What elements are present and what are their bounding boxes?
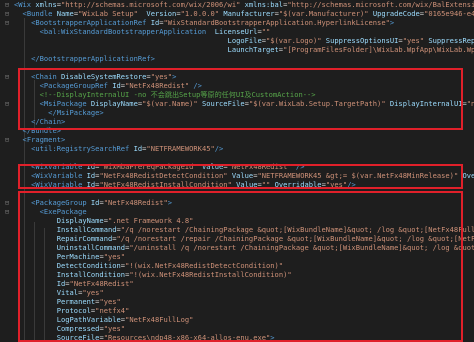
code-token-val: "$(var.Manufacturer)" <box>278 9 369 18</box>
code-token-tag: <Fragment> <box>22 135 66 144</box>
code-token-val: "$(var.Logo)" <box>266 36 322 45</box>
code-token-val: "no" <box>466 99 474 108</box>
fold-toggle-icon[interactable]: ⊟ <box>0 9 14 18</box>
code-token-tag: <util:RegistrySearchRef <box>31 144 134 153</box>
code-token-tag: <Bundle <box>22 9 57 18</box>
code-line[interactable]: ⊟ <Bundle Name="WixLab Setup" Version="1… <box>0 9 474 18</box>
code-token-val: "0165e946-e446-43e9-ab <box>424 9 474 18</box>
fold-toggle-icon[interactable]: ⊟ <box>0 135 14 144</box>
code-token-attr: Version <box>137 9 177 18</box>
code-token-attr: xmlns <box>35 0 57 9</box>
code-editor[interactable]: ⊟ <Wix xmlns="http://schemas.microsoft.co… <box>0 0 474 342</box>
code-line[interactable]: ⊟ <BootstrapperApplicationRef Id="WixSta… <box>0 18 474 27</box>
code-token-tag: <BootstrapperApplicationRef <box>31 18 151 27</box>
code-line[interactable]: LaunchTarget="[ProgramFilesFolder]\WixLa… <box>0 45 474 54</box>
highlight-box-netfx-variables <box>18 164 463 189</box>
code-token-tag: </BootstrapperApplicationRef> <box>31 54 155 63</box>
highlight-box-chain <box>18 68 463 130</box>
code-token-val: "WixLab Setup" <box>78 9 138 18</box>
code-line[interactable]: <util:RegistrySearchRef Id="NETFRAMEWORK… <box>0 144 474 153</box>
code-token-val: "" <box>261 27 271 36</box>
code-token-attr: Manufacturer <box>219 9 275 18</box>
code-token-val: "NETFRAMEWORK45" <box>146 144 215 153</box>
code-token-val: "[ProgramFilesFolder]\WixLab.WpfApp\WixL… <box>283 45 474 54</box>
code-line[interactable]: ⊟ <Fragment> <box>0 135 474 144</box>
code-line[interactable]: <bal:WixStandardBootstrapperApplication … <box>0 27 474 36</box>
code-token-attr: Id <box>150 18 160 27</box>
fold-toggle-icon[interactable]: ⊟ <box>0 18 14 27</box>
code-token-attr: LaunchTarget <box>227 45 279 54</box>
code-token-tag: <Wix <box>14 0 36 9</box>
fold-toggle-icon[interactable]: ⊟ <box>0 0 14 9</box>
highlight-box-package-group <box>18 191 463 342</box>
fold-toggle-icon[interactable]: ⊟ <box>0 99 14 108</box>
code-line[interactable]: ⊟ <Wix xmlns="http://schemas.microsoft.co… <box>0 0 474 9</box>
fold-toggle-icon[interactable]: ⊟ <box>0 72 14 81</box>
code-line[interactable] <box>0 153 474 162</box>
code-token-tag: /> <box>214 144 224 153</box>
code-token-val: "WixStandardBootstrapperApplication.Hype… <box>163 18 390 27</box>
code-token-attr: Name <box>56 9 74 18</box>
code-token-attr: LicenseUrl <box>210 27 258 36</box>
code-token-attr: UpgradeCode <box>368 9 420 18</box>
code-token-attr: SuppressRepair <box>428 36 474 45</box>
code-token-val: "1.0.0.0" <box>180 9 220 18</box>
code-token-attr: SuppressOptionsUI <box>321 36 399 45</box>
code-line[interactable]: LogoFile="$(var.Logo)" SuppressOptionsUI… <box>0 36 474 45</box>
code-token-tag: <bal:WixStandardBootstrapperApplication <box>39 27 211 36</box>
code-token-tag: > <box>389 18 395 27</box>
fold-toggle-icon[interactable]: ⊟ <box>0 207 14 216</box>
code-token-attr: LogoFile <box>227 36 262 45</box>
code-token-val: "http://schemas.microsoft.com/wix/BalExt… <box>287 0 474 9</box>
code-token-attr: xmlns:bal <box>240 0 284 9</box>
code-token-val: "yes" <box>402 36 425 45</box>
code-token-val: "http://schemas.microsoft.com/wix/2006/w… <box>61 0 241 9</box>
code-token-attr: Id <box>133 144 143 153</box>
fold-toggle-icon[interactable]: ⊟ <box>0 198 14 207</box>
code-line[interactable]: </BootstrapperApplicationRef> <box>0 54 474 63</box>
